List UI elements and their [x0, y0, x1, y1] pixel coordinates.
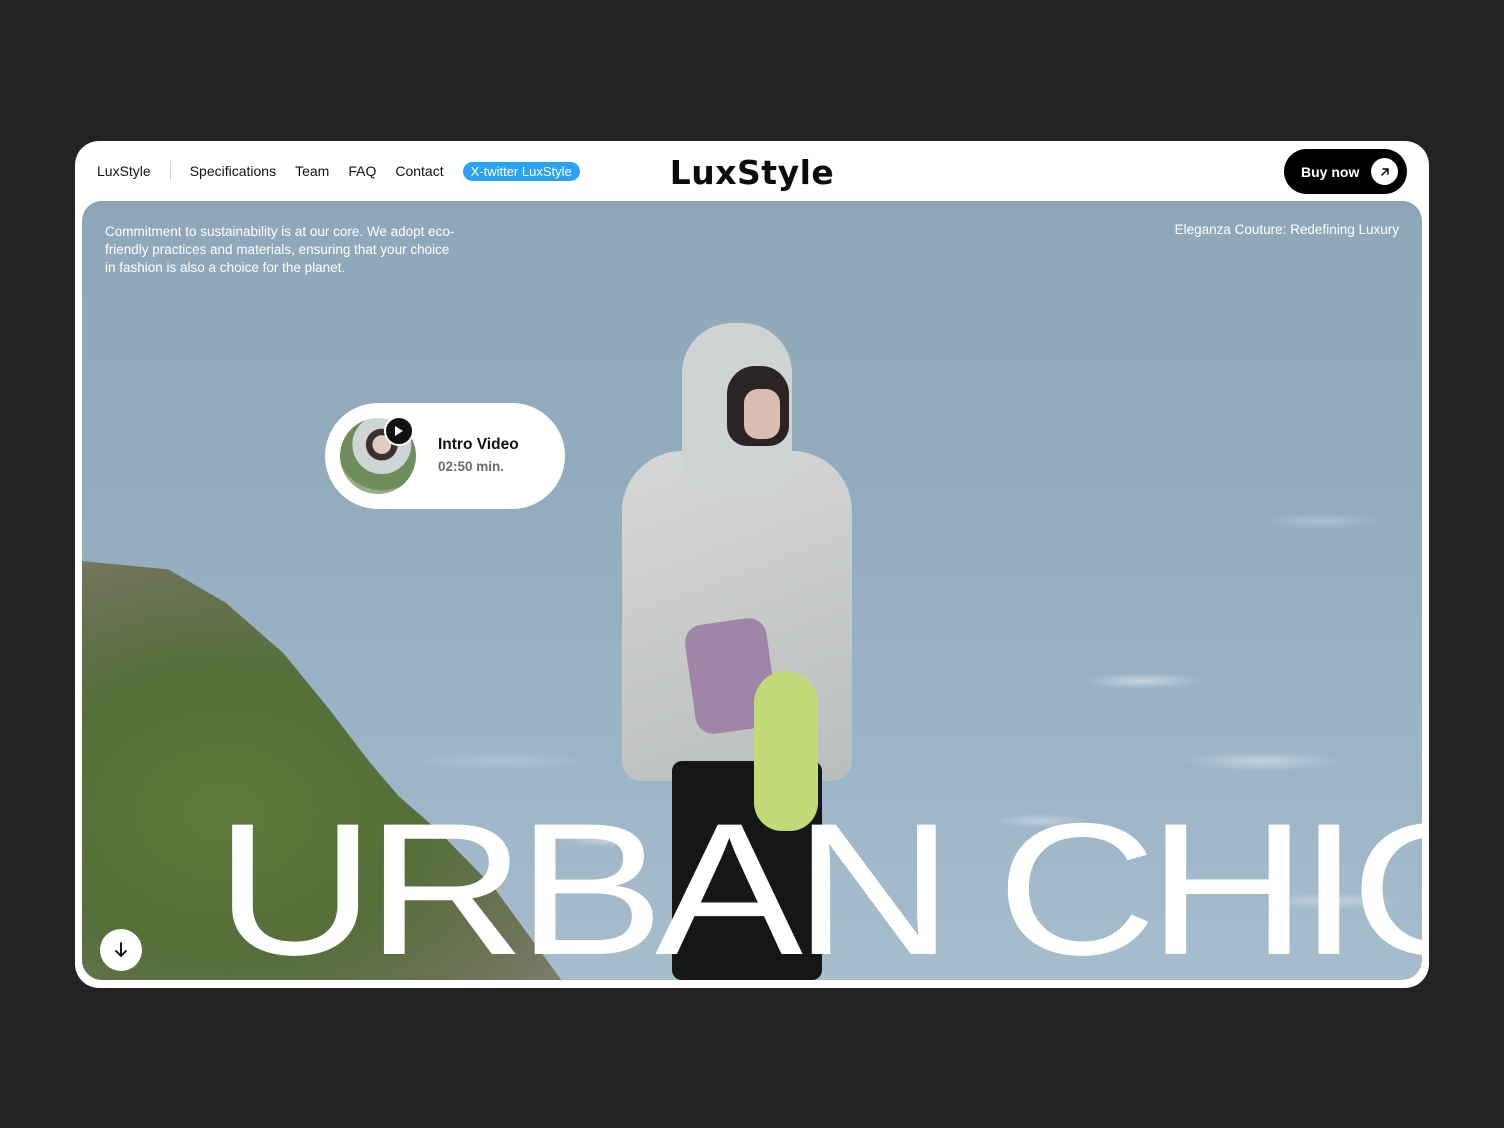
buy-now-button[interactable]: Buy now	[1284, 149, 1407, 194]
model-face	[744, 389, 780, 439]
hero-section: Commitment to sustainability is at our c…	[82, 201, 1422, 980]
play-icon[interactable]	[384, 416, 414, 446]
site-logo[interactable]: LuxStyle	[75, 153, 1429, 192]
hero-headline: URBAN CHIC	[215, 784, 1422, 980]
top-nav: LuxStyle Specifications Team FAQ Contact…	[75, 141, 1429, 201]
intro-video-card[interactable]: Intro Video 02:50 min.	[325, 403, 565, 509]
page-frame: LuxStyle Specifications Team FAQ Contact…	[75, 141, 1429, 988]
hero-tagline: Eleganza Couture: Redefining Luxury	[1174, 222, 1399, 237]
arrow-down-icon[interactable]	[100, 929, 142, 971]
hero-description: Commitment to sustainability is at our c…	[105, 224, 455, 275]
video-duration: 02:50 min.	[438, 459, 505, 474]
arrow-up-right-icon	[1371, 158, 1398, 185]
video-title: Intro Video	[438, 436, 519, 453]
horizon	[82, 201, 1422, 221]
buy-now-label: Buy now	[1301, 163, 1360, 180]
